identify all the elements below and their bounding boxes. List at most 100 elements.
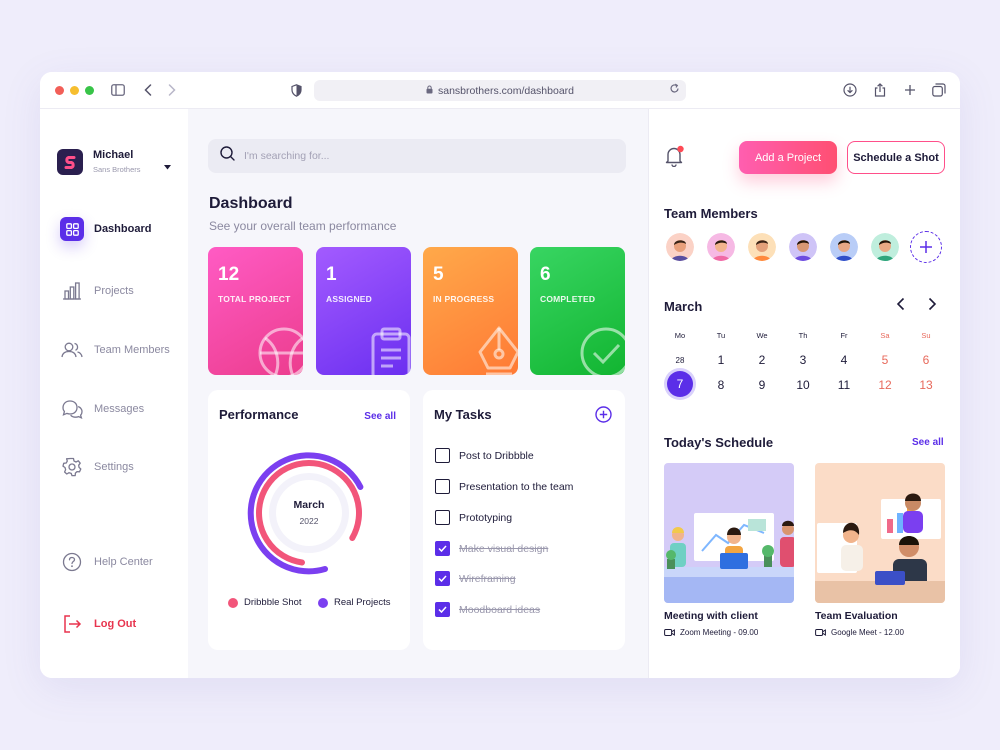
calendar-next-icon[interactable]: [927, 297, 937, 316]
stat-card-assigned[interactable]: 1 ASSIGNED: [316, 247, 411, 375]
task-checkbox-checked[interactable]: [435, 602, 450, 617]
check-icon: [438, 545, 447, 552]
calendar-day[interactable]: 10: [788, 378, 818, 392]
performance-see-all-link[interactable]: See all: [364, 411, 396, 422]
task-label: Presentation to the team: [459, 480, 574, 493]
calendar-prev-icon[interactable]: [896, 297, 906, 316]
search-input[interactable]: [244, 150, 604, 162]
new-tab-icon[interactable]: [900, 80, 920, 100]
avatar[interactable]: [871, 233, 899, 261]
sidebar-item-settings[interactable]: Settings: [60, 454, 185, 480]
schedule-shot-button[interactable]: Schedule a Shot: [847, 141, 945, 174]
calendar-day[interactable]: 6: [911, 353, 941, 367]
share-icon[interactable]: [870, 80, 890, 100]
calendar-day[interactable]: 3: [788, 353, 818, 367]
profile-switcher[interactable]: Michael Sans Brothers: [57, 149, 177, 177]
stat-card-in-progress[interactable]: 5 IN PROGRESS: [423, 247, 518, 375]
calendar-day[interactable]: 28: [665, 356, 695, 365]
url-text: sansbrothers.com/dashboard: [438, 84, 574, 97]
schedule-item-meta: Google Meet - 12.00: [815, 628, 945, 637]
sidebar-item-team-members[interactable]: Team Members: [60, 337, 185, 363]
task-item[interactable]: Wireframing: [435, 571, 516, 586]
add-project-button[interactable]: Add a Project: [739, 141, 837, 174]
task-item[interactable]: Presentation to the team: [435, 479, 573, 494]
close-window-button[interactable]: [55, 86, 64, 95]
calendar-day[interactable]: 5: [870, 353, 900, 367]
sidebar-item-label: Projects: [94, 285, 134, 297]
back-icon[interactable]: [138, 80, 158, 100]
stat-label: TOTAL PROJECT: [218, 294, 291, 304]
calendar-day[interactable]: 9: [747, 378, 777, 392]
tabs-overview-icon[interactable]: [929, 80, 949, 100]
schedule-item-title: Meeting with client: [664, 610, 758, 622]
page-subtitle: See your overall team performance: [209, 219, 397, 233]
calendar-day[interactable]: 2: [747, 353, 777, 367]
legend-item-real-projects: Real Projects: [318, 597, 391, 608]
main-content: Dashboard See your overall team performa…: [188, 109, 648, 678]
calendar-day[interactable]: 11: [829, 378, 859, 392]
bar-chart-icon: [60, 279, 84, 303]
task-item[interactable]: Moodboard ideas: [435, 602, 540, 617]
sidebar-item-help-center[interactable]: Help Center: [60, 549, 185, 575]
task-checkbox-checked[interactable]: [435, 571, 450, 586]
calendar-day[interactable]: 4: [829, 353, 859, 367]
todays-schedule-title: Today's Schedule: [664, 435, 774, 450]
legend-label: Dribbble Shot: [244, 597, 302, 608]
logo: [57, 149, 83, 175]
task-checkbox[interactable]: [435, 448, 450, 463]
sidebar-item-dashboard[interactable]: Dashboard: [60, 216, 185, 242]
stat-label: ASSIGNED: [326, 294, 372, 304]
sidebar-item-label: Settings: [94, 461, 134, 473]
add-task-icon[interactable]: [595, 406, 612, 428]
logout-button[interactable]: Log Out: [60, 611, 185, 637]
notification-bell-icon[interactable]: [665, 145, 685, 172]
avatar[interactable]: [748, 233, 776, 261]
users-icon: [60, 338, 84, 362]
avatar[interactable]: [789, 233, 817, 261]
maximize-window-button[interactable]: [85, 86, 94, 95]
video-icon: [815, 628, 826, 637]
profile-company: Sans Brothers: [93, 165, 141, 174]
minimize-window-button[interactable]: [70, 86, 79, 95]
schedule-card-evaluation[interactable]: Team Evaluation Google Meet - 12.00: [815, 463, 945, 637]
calendar-day[interactable]: 13: [911, 378, 941, 392]
task-label: Wireframing: [459, 572, 516, 585]
download-icon[interactable]: [840, 80, 860, 100]
avatar[interactable]: [830, 233, 858, 261]
sidebar-item-projects[interactable]: Projects: [60, 278, 185, 304]
task-item[interactable]: Make visual design: [435, 541, 548, 556]
pen-tool-icon: [470, 324, 518, 375]
search-bar[interactable]: [208, 139, 626, 173]
chart-center-month: March: [293, 499, 325, 511]
task-checkbox[interactable]: [435, 510, 450, 525]
shield-icon[interactable]: [286, 80, 306, 100]
stat-value: 5: [433, 264, 444, 285]
performance-card: Performance See all March 2022 Dribbble …: [208, 390, 410, 650]
task-item[interactable]: Post to Dribbble: [435, 448, 534, 463]
task-checkbox-checked[interactable]: [435, 541, 450, 556]
stat-label: IN PROGRESS: [433, 294, 495, 304]
task-item[interactable]: Prototyping: [435, 510, 512, 525]
add-member-button[interactable]: [910, 231, 942, 263]
stat-card-completed[interactable]: 6 COMPLETED: [530, 247, 625, 375]
sidebar-toggle-icon[interactable]: [108, 80, 128, 100]
reload-icon[interactable]: [669, 83, 680, 97]
calendar-day[interactable]: 1: [706, 353, 736, 367]
calendar-day-selected[interactable]: 7: [667, 371, 693, 397]
calendar-day[interactable]: 12: [870, 378, 900, 392]
schedule-card-meeting[interactable]: Meeting with client Zoom Meeting - 09.00: [664, 463, 794, 637]
sidebar-item-messages[interactable]: Messages: [60, 396, 185, 422]
calendar-day[interactable]: 8: [706, 378, 736, 392]
weekday-label: Su: [921, 331, 931, 340]
schedule-see-all-link[interactable]: See all: [912, 437, 944, 448]
avatar[interactable]: [666, 233, 694, 261]
address-bar[interactable]: sansbrothers.com/dashboard: [314, 80, 686, 101]
gear-icon: [60, 455, 84, 479]
avatar[interactable]: [707, 233, 735, 261]
my-tasks-card: My Tasks Post to Dribbble Presentation t…: [423, 390, 625, 650]
stat-card-total-project[interactable]: 12 TOTAL PROJECT: [208, 247, 303, 375]
forward-icon[interactable]: [162, 80, 182, 100]
caret-down-icon[interactable]: [164, 157, 171, 175]
chat-icon: [60, 397, 84, 421]
task-checkbox[interactable]: [435, 479, 450, 494]
